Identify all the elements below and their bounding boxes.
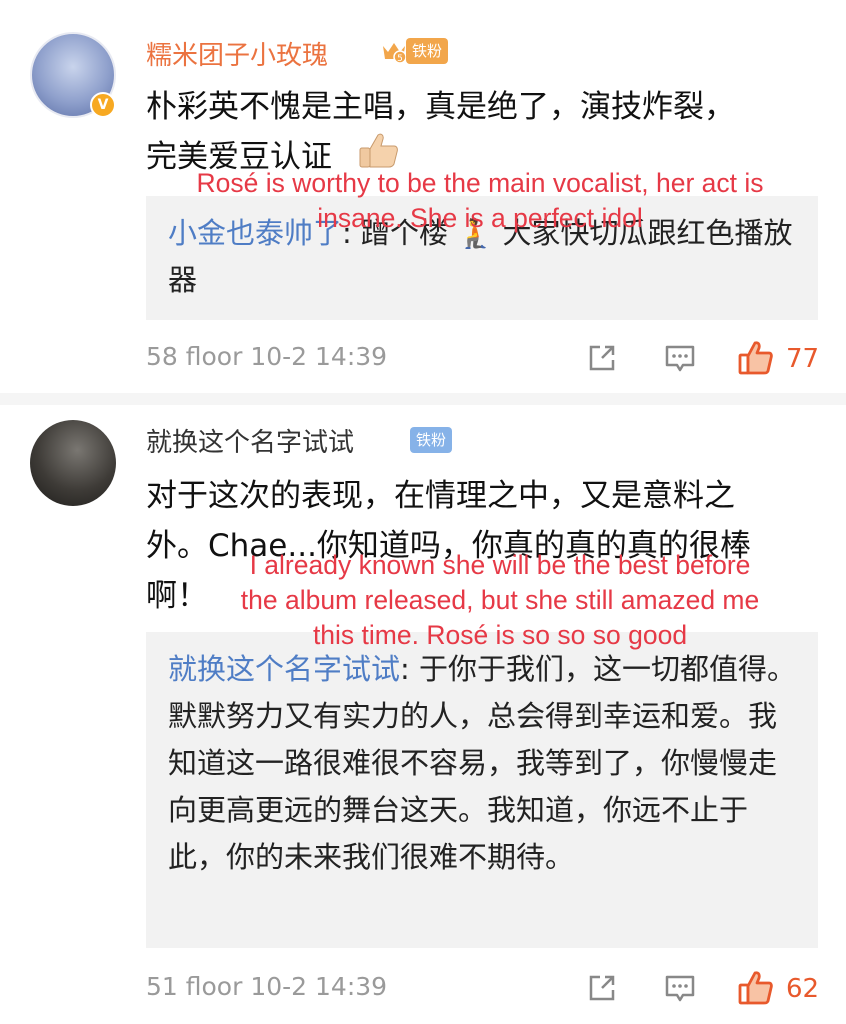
comment-divider	[0, 393, 846, 405]
crown-fan-icon: 5	[383, 43, 407, 64]
comment-body-line: 朴彩英不愧是主唱，真是绝了，演技炸裂，	[146, 89, 735, 125]
comment-username[interactable]: 糯米团子小玫瑰	[146, 35, 328, 72]
like-count: 77	[786, 344, 820, 374]
fan-level-badge: 铁粉	[410, 427, 453, 453]
translation-annotation: Rosé is worthy to be the main vocalist, …	[196, 168, 764, 233]
fan-level-badge: 铁粉	[406, 38, 449, 64]
floor-timestamp: 51 floor 10-2 14:39	[146, 972, 388, 1001]
floor-timestamp: 58 floor 10-2 14:39	[146, 342, 388, 371]
thumbs-up-icon	[738, 971, 773, 1005]
translation-annotation: I already known she will be the best bef…	[240, 550, 760, 650]
like-button[interactable]	[738, 340, 774, 376]
comment-bubble-icon	[665, 975, 695, 1002]
comment-button[interactable]	[664, 972, 696, 1004]
reply-username[interactable]: 就换这个名字试试	[168, 652, 400, 686]
thumbs-up-icon	[738, 341, 773, 375]
reply-box[interactable]: 就换这个名字试试: 于你于我们，这一切都值得。默默努力又有实力的人，总会得到幸运…	[146, 632, 818, 948]
comment-username[interactable]: 就换这个名字试试	[146, 422, 354, 459]
svg-text:5: 5	[397, 54, 403, 64]
comment-body-line: 对于这次的表现，在情理之中，又是意料之	[146, 478, 735, 514]
share-box-icon	[589, 975, 615, 1001]
verified-v-icon: V	[90, 92, 116, 118]
like-button[interactable]	[738, 970, 774, 1006]
comment-bubble-icon	[665, 345, 695, 372]
like-count: 62	[786, 974, 820, 1004]
share-box-icon	[589, 345, 615, 371]
thumbs-up-emoji-icon	[359, 133, 398, 168]
repost-button[interactable]	[586, 972, 618, 1004]
user-avatar[interactable]	[30, 420, 116, 506]
repost-button[interactable]	[586, 342, 618, 374]
comment-button[interactable]	[664, 342, 696, 374]
